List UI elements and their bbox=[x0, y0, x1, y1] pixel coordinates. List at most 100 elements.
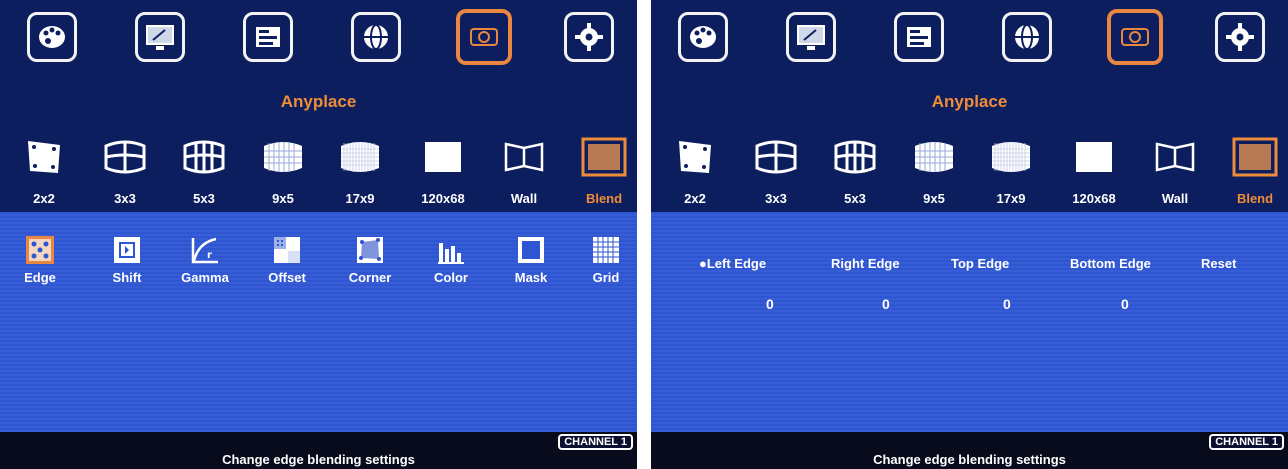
wall-icon bbox=[1145, 135, 1205, 179]
top-menu bbox=[0, 9, 637, 72]
blend-submenu: Edge Shift r Gamma Offset Corner Color M… bbox=[0, 232, 637, 302]
submenu-mask[interactable]: Mask bbox=[500, 232, 562, 285]
left-edge-value[interactable]: 0 bbox=[766, 296, 774, 312]
wall-icon bbox=[494, 135, 554, 179]
mode-5x3[interactable]: 5x3 bbox=[174, 135, 234, 206]
submenu-label: Gamma bbox=[181, 270, 229, 285]
warp-9x5-icon bbox=[904, 135, 964, 179]
submenu-color[interactable]: Color bbox=[420, 232, 482, 285]
status-bar: CHANNEL 1 Change edge blending settings bbox=[651, 432, 1288, 469]
edge-settings-panel: ●Left Edge Right Edge Top Edge Bottom Ed… bbox=[651, 212, 1288, 432]
mode-blend[interactable]: Blend bbox=[574, 135, 634, 206]
globe-icon[interactable] bbox=[351, 12, 401, 62]
mode-3x3[interactable]: 3x3 bbox=[746, 135, 806, 206]
submenu-label: Edge bbox=[24, 270, 56, 285]
top-edge-value[interactable]: 0 bbox=[1003, 296, 1011, 312]
submenu-label: Grid bbox=[592, 270, 620, 285]
mode-wall[interactable]: Wall bbox=[494, 135, 554, 206]
warp-9x5-icon bbox=[253, 135, 313, 179]
channel-badge: CHANNEL 1 bbox=[558, 434, 633, 450]
mode-label: 120x68 bbox=[421, 191, 465, 206]
svg-text:r: r bbox=[207, 250, 212, 261]
page-title: Anyplace bbox=[280, 92, 357, 111]
settings-panel: Edge Shift r Gamma Offset Corner Color M… bbox=[0, 212, 637, 432]
globe-icon[interactable] bbox=[1002, 12, 1052, 62]
top-edge-header[interactable]: Top Edge bbox=[951, 256, 1009, 271]
mode-label: 3x3 bbox=[765, 191, 787, 206]
status-message: Change edge blending settings bbox=[222, 452, 415, 467]
page-title: Anyplace bbox=[931, 92, 1008, 111]
submenu-edge[interactable]: Edge bbox=[9, 232, 71, 285]
mode-blend[interactable]: Blend bbox=[1225, 135, 1285, 206]
gamma-curve-icon: r bbox=[174, 232, 236, 268]
right-edge-header[interactable]: Right Edge bbox=[831, 256, 900, 271]
submenu-label: Offset bbox=[268, 270, 306, 285]
palette-icon[interactable] bbox=[678, 12, 728, 62]
monitor-edit-icon[interactable] bbox=[786, 12, 836, 62]
warp-5x3-icon bbox=[174, 135, 234, 179]
bottom-edge-header[interactable]: Bottom Edge bbox=[1070, 256, 1151, 271]
channel-badge: CHANNEL 1 bbox=[1209, 434, 1284, 450]
mode-label: 2x2 bbox=[684, 191, 706, 206]
monitor-edit-icon[interactable] bbox=[135, 12, 185, 62]
mode-17x9[interactable]: 17x9 bbox=[330, 135, 390, 206]
submenu-shift[interactable]: Shift bbox=[96, 232, 158, 285]
projector-icon[interactable] bbox=[456, 9, 512, 65]
mode-17x9[interactable]: 17x9 bbox=[981, 135, 1041, 206]
status-bar: CHANNEL 1 Change edge blending settings bbox=[0, 432, 637, 469]
submenu-offset[interactable]: Offset bbox=[256, 232, 318, 285]
gear-icon[interactable] bbox=[1215, 12, 1265, 62]
mode-wall[interactable]: Wall bbox=[1145, 135, 1205, 206]
left-screen: Anyplace 2x2 3x3 5x3 9x5 17x9 120x68 Wal bbox=[0, 0, 637, 469]
mode-2x2[interactable]: 2x2 bbox=[14, 135, 74, 206]
mode-bar: 2x2 3x3 5x3 9x5 17x9 120x68 Wall Blend bbox=[651, 135, 1288, 215]
mode-3x3[interactable]: 3x3 bbox=[95, 135, 155, 206]
shift-icon bbox=[96, 232, 158, 268]
mode-label: 3x3 bbox=[114, 191, 136, 206]
mode-label: 5x3 bbox=[193, 191, 215, 206]
top-menu bbox=[651, 9, 1288, 72]
mode-2x2[interactable]: 2x2 bbox=[665, 135, 725, 206]
right-screen: Anyplace 2x2 3x3 5x3 9x5 17x9 120x68 Wal bbox=[651, 0, 1288, 469]
gear-icon[interactable] bbox=[564, 12, 614, 62]
warp-2x2-icon bbox=[665, 135, 725, 179]
layout-icon[interactable] bbox=[243, 12, 293, 62]
warp-17x9-icon bbox=[330, 135, 390, 179]
mode-label: 5x3 bbox=[844, 191, 866, 206]
mode-5x3[interactable]: 5x3 bbox=[825, 135, 885, 206]
mode-120x68[interactable]: 120x68 bbox=[413, 135, 473, 206]
offset-icon bbox=[256, 232, 318, 268]
mode-bar: 2x2 3x3 5x3 9x5 17x9 120x68 Wall Blend bbox=[0, 135, 637, 215]
reset-button[interactable]: Reset bbox=[1201, 256, 1236, 271]
submenu-corner[interactable]: Corner bbox=[339, 232, 401, 285]
color-levels-icon bbox=[420, 232, 482, 268]
mode-label: 2x2 bbox=[33, 191, 55, 206]
warp-3x3-icon bbox=[746, 135, 806, 179]
submenu-label: Mask bbox=[514, 270, 548, 285]
bottom-edge-value[interactable]: 0 bbox=[1121, 296, 1129, 312]
layout-icon[interactable] bbox=[894, 12, 944, 62]
submenu-label: Color bbox=[434, 270, 468, 285]
palette-icon[interactable] bbox=[27, 12, 77, 62]
mode-label: 9x5 bbox=[272, 191, 294, 206]
mode-label: 9x5 bbox=[923, 191, 945, 206]
blend-icon bbox=[1225, 135, 1285, 179]
mode-9x5[interactable]: 9x5 bbox=[904, 135, 964, 206]
grid-icon bbox=[575, 232, 637, 268]
submenu-label: Shift bbox=[112, 270, 142, 285]
right-edge-value[interactable]: 0 bbox=[882, 296, 890, 312]
warp-2x2-icon bbox=[14, 135, 74, 179]
left-edge-header[interactable]: ●Left Edge bbox=[699, 256, 766, 271]
submenu-grid[interactable]: Grid bbox=[575, 232, 637, 285]
mode-label: 120x68 bbox=[1072, 191, 1116, 206]
blend-icon bbox=[574, 135, 634, 179]
mode-label: Wall bbox=[510, 191, 538, 206]
projector-icon[interactable] bbox=[1107, 9, 1163, 65]
mode-label: 17x9 bbox=[345, 191, 375, 206]
edge-icon bbox=[9, 232, 71, 268]
mode-label: 17x9 bbox=[996, 191, 1026, 206]
mode-9x5[interactable]: 9x5 bbox=[253, 135, 313, 206]
mode-120x68[interactable]: 120x68 bbox=[1064, 135, 1124, 206]
submenu-gamma[interactable]: r Gamma bbox=[174, 232, 236, 285]
mask-icon bbox=[500, 232, 562, 268]
